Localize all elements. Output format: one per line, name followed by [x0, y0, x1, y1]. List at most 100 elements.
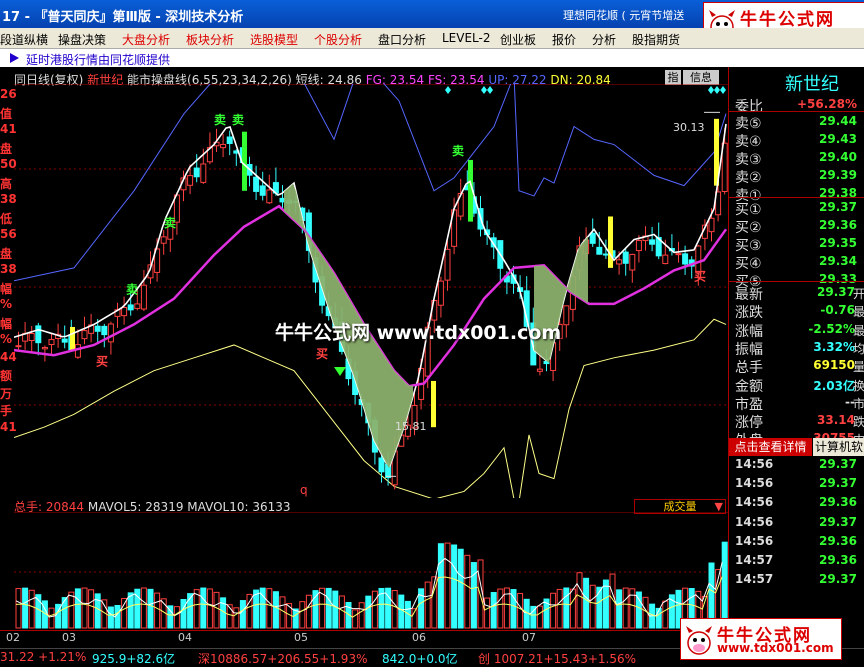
- signal-candle: [608, 216, 613, 268]
- window-title-right: 理想同花顺 ( 元宵节增送: [563, 9, 685, 22]
- tick-row: 14:57 29.37: [729, 571, 864, 590]
- volume-chart[interactable]: [14, 512, 728, 630]
- indicator-toggle-button[interactable]: 指: [665, 70, 681, 85]
- window-title: 17 - 『普天同庆』第Ⅲ版 - 深圳技术分析: [2, 10, 244, 25]
- menu-item-11[interactable]: 股指期货: [632, 31, 680, 48]
- volume-bar: [576, 572, 583, 629]
- volume-bar: [556, 588, 563, 629]
- tick-price: 29.37: [819, 457, 857, 471]
- buy-level-1: 买① 29.37: [729, 198, 864, 218]
- volume-bar: [497, 588, 504, 629]
- volume-bar: [332, 590, 339, 629]
- menu-item-1[interactable]: 操盘决策: [58, 31, 106, 48]
- candle-body: [444, 248, 451, 281]
- volume-bar: [213, 591, 220, 629]
- candle-body: [602, 253, 609, 256]
- stat-row-3-suffix: 均: [852, 341, 864, 356]
- tick-price: 29.36: [819, 495, 857, 510]
- volume-bar: [147, 588, 154, 629]
- diamond-marker: [445, 86, 451, 94]
- menu-item-6[interactable]: 盘口分析: [378, 31, 426, 48]
- menu-item-5[interactable]: 个股分析: [314, 31, 362, 48]
- menu-item-10[interactable]: 分析: [592, 31, 616, 48]
- menu-item-3[interactable]: 板块分析: [186, 31, 234, 48]
- left-label: 盘: [0, 246, 13, 261]
- candle-body: [536, 368, 543, 372]
- volume-bar: [305, 594, 312, 629]
- sell-level-4-value: 29.43: [819, 132, 857, 146]
- info-button[interactable]: 信息: [683, 70, 719, 85]
- candle-body: [140, 284, 147, 310]
- menu-item-7[interactable]: LEVEL-2: [442, 31, 491, 45]
- candle-body: [193, 167, 200, 178]
- sector-tab[interactable]: 计算机软: [813, 438, 864, 456]
- cursor-mark: q: [300, 483, 308, 497]
- candle-body: [41, 346, 48, 350]
- volume-bar: [200, 587, 207, 629]
- tick-time: 14:56: [735, 514, 774, 529]
- tick-row: 14:56 29.37: [729, 456, 864, 475]
- left-label-column: 26 值 41 盘 50 高 38 低 56 盘 38 幅% 幅% 44 额万手 41: [0, 67, 17, 633]
- candle-body: [437, 280, 444, 306]
- candle-body: [259, 185, 266, 196]
- left-label: 万: [0, 386, 13, 401]
- menu-item-4[interactable]: 选股模型: [250, 31, 298, 48]
- candle-body: [61, 338, 68, 343]
- status-index-1[interactable]: 925.9+82.6亿: [92, 650, 175, 667]
- x-axis-label: 07: [522, 631, 536, 644]
- volume-bar: [424, 581, 431, 629]
- volume-bar: [464, 554, 471, 629]
- status-index-0[interactable]: 31.22 +1.21%: [0, 650, 86, 664]
- volume-bar: [233, 607, 240, 629]
- stat-row-3-value: 3.32%: [813, 339, 855, 354]
- tick-time: 14:56: [735, 476, 774, 491]
- logo-url[interactable]: www.tdx001.com: [717, 641, 834, 655]
- menu-item-8[interactable]: 创业板: [500, 31, 536, 48]
- tick-time: 14:57: [735, 572, 774, 587]
- status-index-4[interactable]: 创 1007.21+15.43+1.56%: [478, 650, 636, 667]
- info-banner-text[interactable]: 延时港股行情由同花顺提供: [26, 51, 170, 68]
- x-axis: 02 03 04 05 06 07: [0, 630, 728, 645]
- candle-body: [94, 325, 101, 332]
- candle-body: [563, 305, 570, 326]
- menu-item-2[interactable]: 大盘分析: [122, 31, 170, 48]
- candle-body: [127, 304, 134, 311]
- volume-bar: [662, 600, 669, 629]
- left-label: 高: [0, 176, 13, 191]
- menu-bar: 段道纵横 操盘决策 大盘分析 板块分析 选股模型 个股分析 盘口分析 LEVEL-2 创业板 报价…: [0, 28, 864, 49]
- volume-bar: [569, 588, 576, 629]
- tick-row: 14:56 29.37: [729, 475, 864, 494]
- sell-marker: 卖: [164, 215, 176, 230]
- buy-level-4-value: 29.34: [819, 254, 857, 268]
- tick-price: 29.36: [819, 533, 857, 548]
- view-details-tab[interactable]: 点击查看详情: [729, 438, 812, 456]
- volume-bar: [583, 577, 590, 629]
- x-axis-label: 05: [294, 631, 308, 644]
- menu-item-9[interactable]: 报价: [552, 31, 576, 48]
- volume-bar: [22, 587, 29, 629]
- buy-marker: 买: [316, 347, 328, 361]
- candlestick-chart[interactable]: 卖卖卖卖卖买买买q: [14, 84, 728, 498]
- buy-level-1-value: 29.37: [819, 200, 857, 214]
- status-index-2[interactable]: 深10886.57+206.55+1.93%: [198, 650, 367, 667]
- sell-marker: 卖: [232, 112, 244, 127]
- status-index-3[interactable]: 842.0+0.0亿: [382, 650, 458, 667]
- volume-bar: [74, 588, 81, 629]
- candle-body: [708, 217, 715, 233]
- volume-bar: [107, 606, 114, 629]
- volume-bar: [206, 588, 213, 629]
- sell-level-3-value: 29.40: [819, 150, 857, 164]
- buy-marker: 买: [96, 355, 108, 369]
- candle-body: [187, 175, 194, 186]
- volume-bar: [371, 590, 378, 629]
- stat-row-0-suffix: 开: [852, 287, 864, 301]
- menu-item-0[interactable]: 段道纵横: [0, 31, 48, 48]
- watermark: 牛牛公式网 www.tdx001.com: [275, 322, 562, 344]
- volume-bar: [272, 591, 279, 629]
- stat-row-6-suffix: 市: [852, 396, 864, 411]
- volume-bar: [358, 602, 365, 629]
- stat-row-5: 金额 2.03亿换: [729, 375, 864, 395]
- tick-row: 14:56 29.36: [729, 533, 864, 552]
- volume-bar: [140, 587, 147, 629]
- tick-price: 29.37: [819, 572, 857, 587]
